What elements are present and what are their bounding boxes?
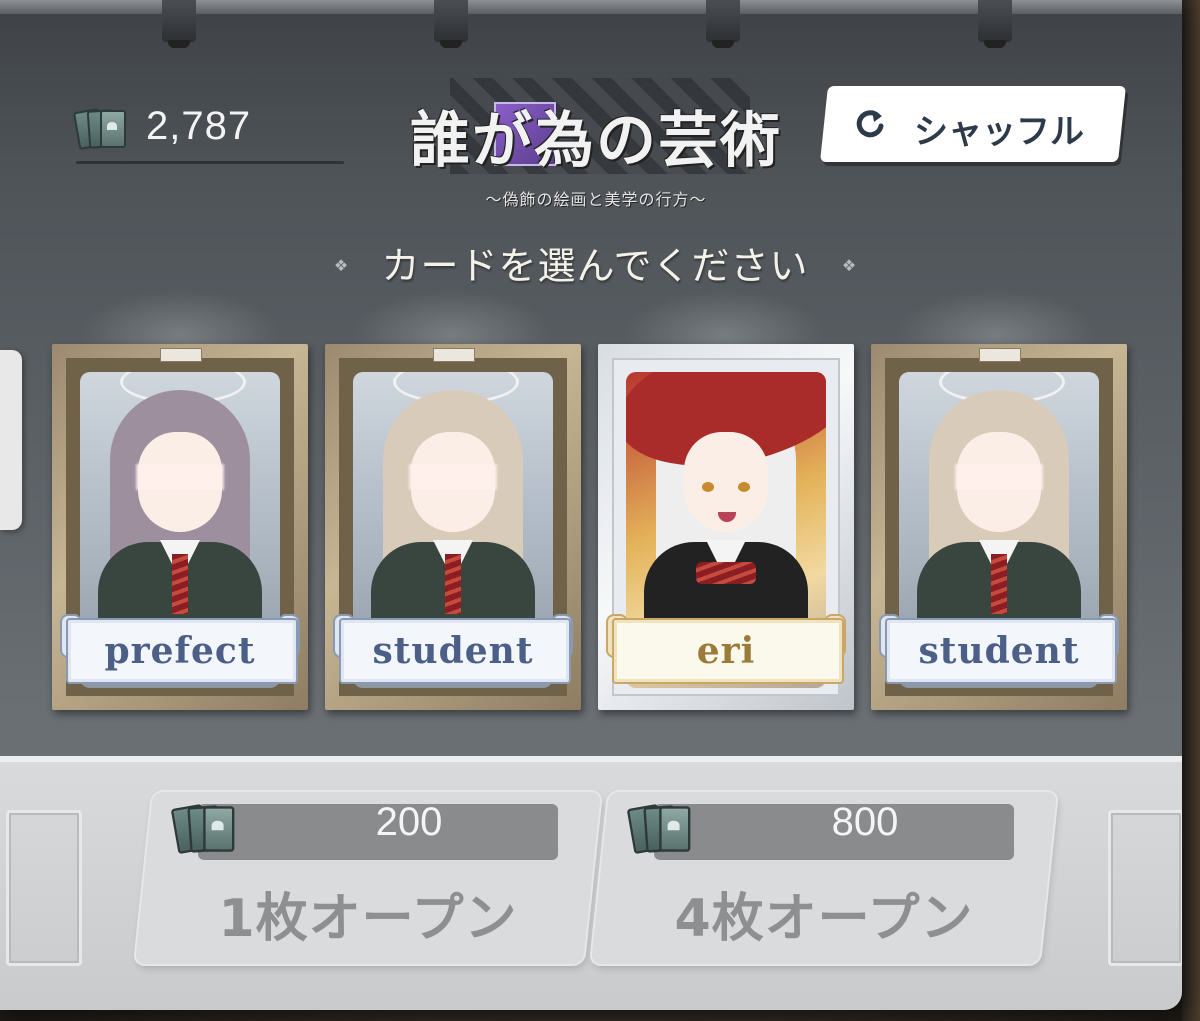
open-one-button[interactable]: 200 1枚オープン [134, 792, 602, 964]
frame-nameplate [979, 348, 1021, 362]
rotate-arrow-icon [856, 110, 884, 138]
shuffle-button[interactable]: シャッフル [820, 86, 1126, 162]
currency-display: 2,787 [72, 98, 344, 164]
event-title: 誰が為の芸術 [410, 106, 782, 176]
picture-frame: eri [598, 344, 854, 710]
open-four-label: 4枚オープン [674, 889, 974, 949]
currency-underline [76, 161, 344, 164]
card-label: prefect [104, 630, 256, 672]
card-banner: prefect [60, 610, 300, 686]
card-label: student [372, 630, 534, 672]
prompt-text: カードを選んでください [381, 244, 809, 288]
card-banner: student [333, 610, 573, 686]
cost-value: 200 [375, 800, 443, 844]
event-title-logo: 誰が為の芸術 〜偽飾の絵画と美学の行方〜 [410, 78, 782, 210]
shuffle-label: シャッフル [914, 112, 1084, 152]
picture-frame: prefect [52, 344, 308, 710]
spotlight-lamp [978, 0, 1012, 48]
card-slot-3[interactable]: eri [598, 344, 854, 710]
card-slot-4[interactable]: student [871, 344, 1127, 710]
action-area: 200 1枚オープン 800 4枚オープン [0, 756, 1182, 1010]
ornament-left-icon: ❖ [333, 256, 349, 275]
card-stack-icon [170, 801, 241, 856]
wall-molding [6, 810, 82, 966]
card-banner: student [879, 610, 1119, 686]
card-stack-icon [626, 801, 697, 856]
card-label: student [918, 630, 1080, 672]
card-slot-2[interactable]: student [325, 344, 581, 710]
frame-nameplate [433, 348, 475, 362]
card-stack-icon [72, 106, 132, 152]
frame-nameplate [160, 348, 202, 362]
open-four-button[interactable]: 800 4枚オープン [590, 792, 1058, 964]
side-drawer-tab[interactable] [0, 350, 22, 530]
card-banner: eri [606, 610, 846, 686]
spotlight-lamp [162, 0, 196, 48]
currency-value: 2,787 [146, 104, 252, 148]
background-edge [1182, 0, 1200, 1021]
cost-value: 800 [831, 800, 899, 844]
gacha-panel: 2,787 誰が為の芸術 〜偽飾の絵画と美学の行方〜 シャッフル ❖ カードを選… [0, 0, 1182, 1010]
picture-frame: student [871, 344, 1127, 710]
spotlight-lamp [706, 0, 740, 48]
select-card-prompt: ❖ カードを選んでください ❖ [330, 236, 860, 296]
card-label: eri [696, 630, 756, 672]
open-one-label: 1枚オープン [218, 889, 518, 949]
spotlight-lamp [434, 0, 468, 48]
event-subtitle: 〜偽飾の絵画と美学の行方〜 [485, 190, 707, 209]
card-slot-1[interactable]: prefect [52, 344, 308, 710]
picture-frame: student [325, 344, 581, 710]
ornament-right-icon: ❖ [841, 256, 857, 275]
wall-molding [1108, 810, 1182, 966]
